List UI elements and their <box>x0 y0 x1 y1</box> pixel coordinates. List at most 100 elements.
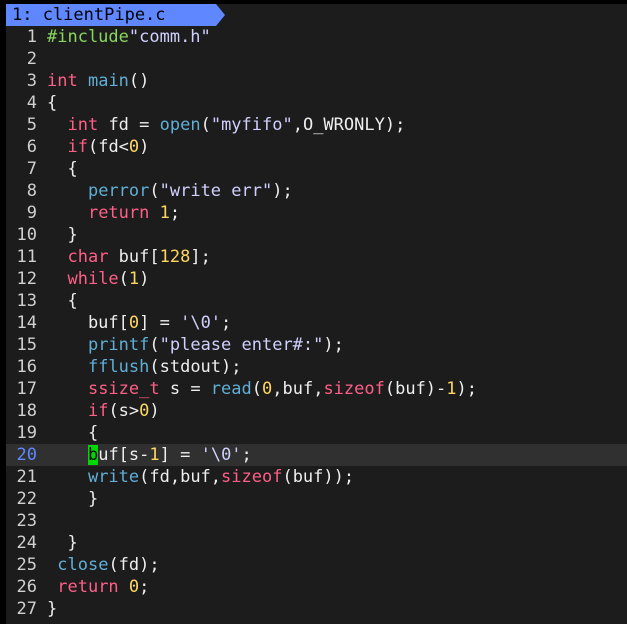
code-line[interactable]: 10 } <box>6 224 627 246</box>
tab-clientpipe[interactable]: 1: clientPipe.c <box>6 4 216 26</box>
code-line[interactable]: 19 { <box>6 422 627 444</box>
code-text: char buf[128]; <box>47 247 210 267</box>
code-line[interactable]: 4{ <box>6 92 627 114</box>
line-number: 1 <box>26 27 37 47</box>
line-number: 19 <box>16 423 37 443</box>
code-token: sizeof <box>221 467 283 487</box>
line-number: 27 <box>16 599 37 619</box>
code-text: close(fd); <box>47 555 159 575</box>
code-text: { <box>47 423 98 443</box>
code-line[interactable]: 17 ssize_t s = read(0,buf,sizeof(buf)-1)… <box>6 378 627 400</box>
code-token: return <box>87 203 150 223</box>
code-token: '\0' <box>180 313 222 333</box>
code-token: main <box>87 71 129 91</box>
code-text: } <box>47 599 57 619</box>
code-line[interactable]: 22 } <box>6 488 627 510</box>
code-line[interactable]: 25 close(fd); <box>6 554 627 576</box>
code-token: (stdout); <box>149 357 242 377</box>
code-line[interactable]: 14 buf[0] = '\0'; <box>6 312 627 334</box>
code-token: 1 <box>128 269 140 289</box>
code-token: 0 <box>128 577 140 597</box>
code-text: #include"comm.h" <box>47 27 211 47</box>
line-number: 7 <box>26 159 37 179</box>
line-number: 22 <box>16 489 37 509</box>
code-token: int <box>67 115 99 135</box>
code-token: () <box>128 71 150 91</box>
code-line[interactable]: 27} <box>6 598 627 620</box>
code-token: ,buf, <box>272 379 324 399</box>
code-text: { <box>47 291 77 311</box>
code-token: 0 <box>128 313 140 333</box>
line-number: 10 <box>16 225 37 245</box>
line-number: 18 <box>16 401 37 421</box>
code-line[interactable]: 20 buf[s-1] = '\0'; <box>6 444 627 466</box>
code-token: } <box>47 533 78 553</box>
code-line[interactable]: 13 { <box>6 290 627 312</box>
code-token: ) <box>139 137 150 157</box>
line-number: 12 <box>16 269 37 289</box>
code-token: 1 <box>446 379 457 399</box>
code-line[interactable]: 21 write(fd,buf,sizeof(buf)); <box>6 466 627 488</box>
line-number: 8 <box>26 181 37 201</box>
code-line[interactable]: 26 return 0; <box>6 576 627 598</box>
code-token: ; <box>241 445 252 465</box>
code-token: ( <box>118 269 129 289</box>
code-line[interactable]: 18 if(s>0) <box>6 400 627 422</box>
code-token: } <box>47 489 99 509</box>
code-token: printf <box>87 335 150 355</box>
code-token: perror <box>87 181 150 201</box>
line-number: 9 <box>26 203 37 223</box>
code-token: ( <box>149 335 160 355</box>
code-line[interactable]: 11 char buf[128]; <box>6 246 627 268</box>
code-line[interactable]: 9 return 1; <box>6 202 627 224</box>
code-line[interactable]: 8 perror("write err"); <box>6 180 627 202</box>
code-line[interactable]: 12 while(1) <box>6 268 627 290</box>
code-line[interactable]: 16 fflush(stdout); <box>6 356 627 378</box>
code-line[interactable]: 6 if(fd<0) <box>6 136 627 158</box>
code-editor[interactable]: 1: clientPipe.c 1 #include"comm.h" 2 3 int m… <box>6 4 627 624</box>
code-text: } <box>47 225 78 245</box>
code-token: int <box>47 71 78 91</box>
line-number: 11 <box>16 247 37 267</box>
code-line[interactable]: 7 { <box>6 158 627 180</box>
code-token: (buf)- <box>384 379 447 399</box>
code-token: { <box>47 159 78 179</box>
code-line[interactable]: 3 int main() <box>6 70 627 92</box>
code-token: 0 <box>128 137 140 157</box>
code-token: "write err" <box>159 181 273 201</box>
code-text: fflush(stdout); <box>47 357 242 377</box>
code-token: { <box>47 93 58 113</box>
code-line[interactable]: 15 printf("please enter#:"); <box>6 334 627 356</box>
code-line[interactable]: 24 } <box>6 532 627 554</box>
tab-arrow-icon <box>216 4 225 26</box>
line-number: 14 <box>16 313 37 333</box>
code-text: if(s>0) <box>47 401 160 421</box>
code-token: ( <box>200 115 211 135</box>
code-token: if <box>87 401 109 421</box>
code-token: } <box>47 225 78 245</box>
code-token: read <box>210 379 252 399</box>
line-number: 5 <box>26 115 37 135</box>
code-text: ssize_t s = read(0,buf,sizeof(buf)-1); <box>47 379 477 399</box>
code-token: #include <box>47 27 129 47</box>
code-token: 1 <box>159 203 170 223</box>
line-number: 15 <box>16 335 37 355</box>
code-token: ] = <box>159 445 201 465</box>
code-token: uf[s- <box>98 445 150 465</box>
code-line[interactable]: 2 <box>6 48 627 70</box>
code-line[interactable]: 23 <box>6 510 627 532</box>
tab-bar: 1: clientPipe.c <box>6 4 627 26</box>
code-token: 1 <box>149 445 160 465</box>
code-token: (buf)); <box>282 467 355 487</box>
code-token: ); <box>272 181 293 201</box>
line-number: 21 <box>16 467 37 487</box>
code-lines[interactable]: 1 #include"comm.h" 2 3 int main() 4{5 int fd … <box>6 26 627 620</box>
code-line[interactable]: 5 int fd = open("myfifo",O_WRONLY); <box>6 114 627 136</box>
code-text: while(1) <box>47 269 149 289</box>
code-token: "myfifo" <box>210 115 293 135</box>
code-token: (fd< <box>87 137 129 157</box>
code-line[interactable]: 1 #include"comm.h" <box>6 26 627 48</box>
